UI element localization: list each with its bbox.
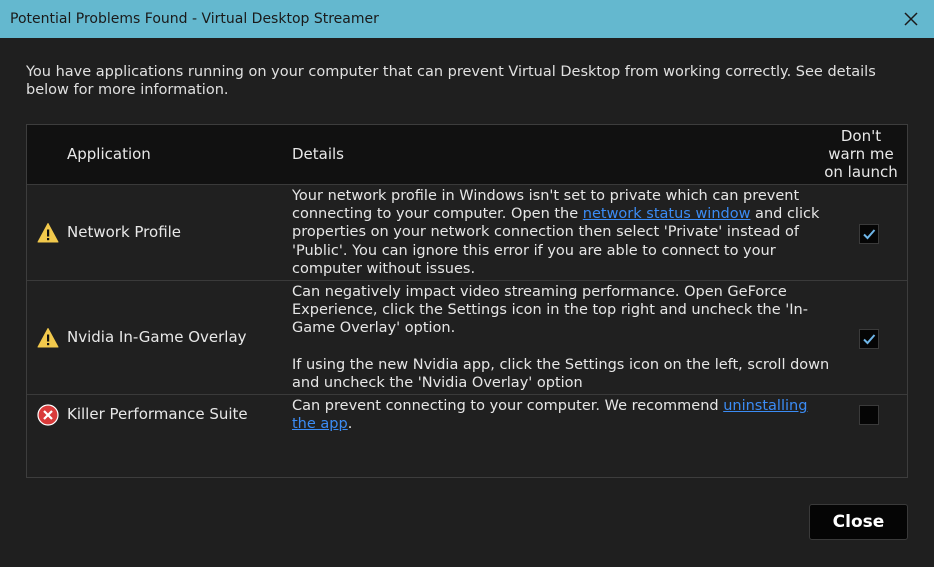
network-status-window-link[interactable]: network status window — [583, 206, 751, 222]
warning-icon — [37, 328, 59, 348]
table-row: Killer Performance Suite Can prevent con… — [27, 395, 907, 477]
table-row: Network Profile Your network profile in … — [27, 185, 907, 281]
dont-warn-checkbox[interactable] — [859, 405, 879, 425]
close-icon — [904, 12, 918, 26]
window-title: Potential Problems Found - Virtual Deskt… — [10, 11, 379, 27]
row-details: Your network profile in Windows isn't se… — [292, 187, 832, 278]
details-paragraph: If using the new Nvidia app, click the S… — [292, 356, 830, 391]
checkmark-icon — [863, 334, 876, 345]
checkmark-icon — [863, 229, 876, 240]
details-paragraph: Can negatively impact video streaming pe… — [292, 284, 808, 337]
application-name: Killer Performance Suite — [67, 405, 248, 423]
application-name: Network Profile — [67, 223, 182, 241]
table-header: Application Details Don't warn me on lau… — [27, 125, 907, 185]
row-details: Can prevent connecting to your computer.… — [292, 397, 832, 433]
window-close-button[interactable] — [888, 0, 934, 38]
problems-table: Application Details Don't warn me on lau… — [26, 124, 908, 478]
title-bar: Potential Problems Found - Virtual Deskt… — [0, 0, 934, 38]
error-icon — [37, 404, 59, 426]
details-text: . — [347, 416, 353, 433]
row-details: Can negatively impact video streaming pe… — [292, 283, 832, 392]
application-name: Nvidia In-Game Overlay — [67, 328, 247, 346]
column-header-details: Details — [292, 145, 345, 163]
column-header-dont-warn: Don't warn me on launch — [824, 127, 898, 181]
warning-icon — [37, 223, 59, 243]
details-text: Can prevent connecting to your computer.… — [292, 398, 724, 414]
close-button[interactable]: Close — [809, 504, 908, 540]
dialog-window: Potential Problems Found - Virtual Deskt… — [0, 0, 934, 567]
column-header-application: Application — [67, 145, 151, 163]
table-row: Nvidia In-Game Overlay Can negatively im… — [27, 281, 907, 395]
intro-text: You have applications running on your co… — [26, 64, 876, 98]
dont-warn-checkbox[interactable] — [859, 329, 879, 349]
dont-warn-checkbox[interactable] — [859, 224, 879, 244]
